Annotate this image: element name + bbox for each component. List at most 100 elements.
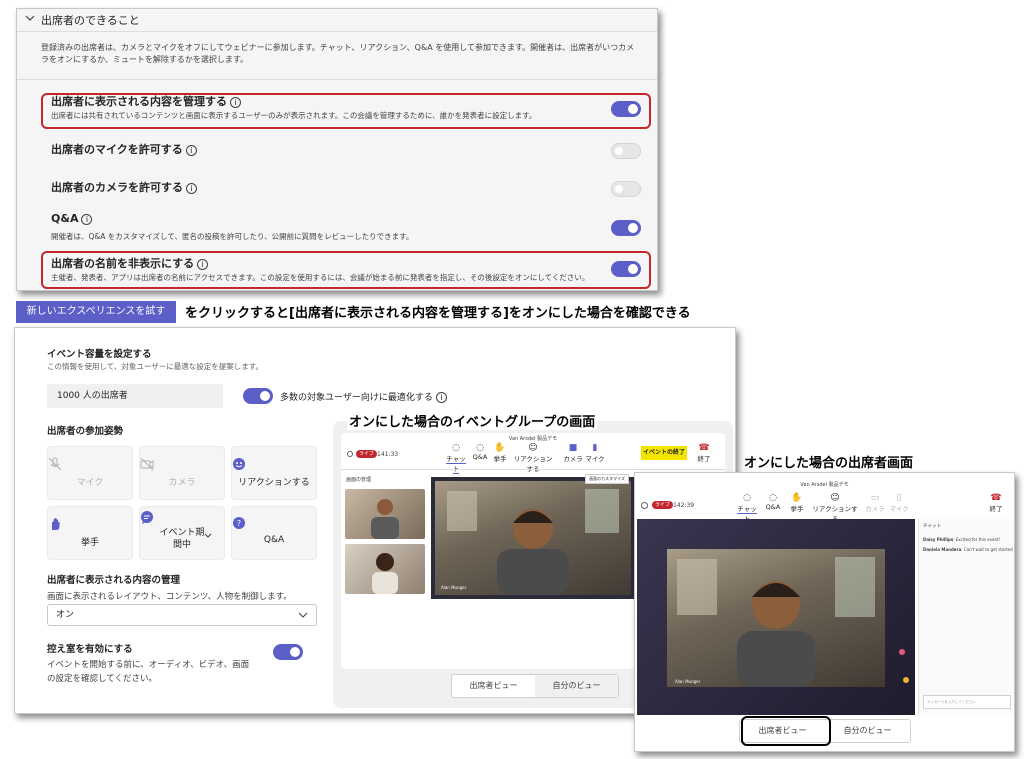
setting-description: 開催者は、Q&A をカスタマイズして、匿名の投稿を許可したり、公開前に質問をレビ… xyxy=(51,232,414,241)
info-icon[interactable]: i xyxy=(185,144,197,156)
raise-hand-icon xyxy=(48,517,132,531)
divider xyxy=(17,79,657,80)
toolbar-mic: ▯ マイク xyxy=(889,493,909,513)
tile-chat-duration[interactable]: イベント期間中 xyxy=(139,506,225,560)
svg-text:?: ? xyxy=(237,519,241,528)
emoji-icon: ☺ xyxy=(528,443,538,453)
chat-icon xyxy=(140,511,224,525)
setting-label: 出席者のマイクを許可する i xyxy=(51,141,197,157)
toolbar-qa[interactable]: ◌ Q&A xyxy=(471,443,489,461)
chat-message: Daisy Phillips: Excited for this event! xyxy=(923,537,1001,542)
highlight-box xyxy=(741,716,831,746)
manage-dropdown[interactable]: オン xyxy=(47,604,317,626)
customize-button[interactable]: 画面のカスタマイズ xyxy=(585,474,629,484)
heart-reaction-icon xyxy=(899,649,905,655)
manage-description: 画面に表示されるレイアウト、コンテンツ、人物を制御します。 xyxy=(47,592,292,602)
event-settings-panel: イベント容量を設定する この情報を使用して、対象ユーザーに最適な設定を提案します… xyxy=(14,327,736,714)
chat-icon: ◌ xyxy=(452,443,460,453)
leave-button[interactable]: ☎ 終了 xyxy=(985,493,1007,513)
raise-hand-icon: ✋ xyxy=(494,443,506,453)
qa-toggle[interactable] xyxy=(611,220,641,236)
presenter-thumbnail[interactable] xyxy=(345,544,425,594)
chat-message: Daniela Mandera: Can't wait to get start… xyxy=(923,547,1013,552)
tile-label: マイク xyxy=(76,478,104,488)
live-badge: ライブ xyxy=(356,450,378,458)
section-description: 登録済みの出席者は、カメラとマイクをオフにしてウェビナーに参加します。チャット、… xyxy=(41,43,635,64)
toolbar-raise-hand[interactable]: ✋ 挙手 xyxy=(491,443,509,463)
live-badge: ライブ xyxy=(652,501,674,509)
manage-title: 出席者に表示される内容の管理 xyxy=(47,575,181,586)
stage-background: Alan Munger xyxy=(637,519,915,715)
toolbar-qa[interactable]: ◌ Q&A xyxy=(763,493,783,511)
tile-label: イベント期間中 xyxy=(159,528,205,550)
greenroom-toggle[interactable] xyxy=(273,644,303,660)
setting-label: 出席者のカメラを許可する i xyxy=(51,179,197,195)
mic-off-icon: ▯ xyxy=(896,493,902,503)
main-video: Alan Munger xyxy=(667,549,885,687)
attendee-screen-panel: Van Arsdel 製品デモ ライブ 142:39 ◌ チャット ◌Q&A ✋挙… xyxy=(634,472,1015,752)
banner-caption: をクリックすると[出席者に表示される内容を管理する]をオンにした場合を確認できる xyxy=(185,306,691,321)
tile-mic[interactable]: マイク xyxy=(47,446,133,500)
meeting-title: Van Arsdel 製品デモ xyxy=(508,436,558,442)
raise-hand-icon: ✋ xyxy=(791,493,803,503)
tile-label: リアクションする xyxy=(238,478,310,488)
tile-reactions[interactable]: リアクションする xyxy=(231,446,317,500)
end-event-button[interactable]: イベントの終了 xyxy=(641,446,687,460)
toolbar-camera[interactable]: ■ カメラ xyxy=(563,443,583,463)
info-icon[interactable]: i xyxy=(435,392,447,403)
tile-raise-hand[interactable]: 挙手 xyxy=(47,506,133,560)
chevron-down-icon xyxy=(298,612,308,619)
chat-input[interactable]: メッセージを入力してください xyxy=(923,695,1011,709)
try-new-experience-button[interactable]: 新しいエクスペリエンスを試す xyxy=(16,301,176,323)
view-switcher: 出席者ビュー 自分のビュー xyxy=(451,674,619,698)
qa-icon: ◌ xyxy=(476,443,484,453)
preview-caption: オンにした場合のイベントグループの画面 xyxy=(347,411,598,430)
tile-label: Q&A xyxy=(263,535,285,545)
capacity-input[interactable]: 1000 人の出席者 xyxy=(47,384,223,408)
camera-off-icon: ▭ xyxy=(870,493,880,503)
tab-attendee-view[interactable]: 出席者ビュー xyxy=(452,675,535,697)
phone-icon: ☎ xyxy=(990,493,1002,503)
toolbar-camera: ▭ カメラ xyxy=(865,493,885,513)
shield-icon xyxy=(347,451,353,457)
speaker-name: Alan Munger xyxy=(675,679,701,684)
toolbar-raise-hand[interactable]: ✋ 挙手 xyxy=(787,493,807,513)
section-title: 出席者のできること xyxy=(41,14,140,27)
camera-icon: ■ xyxy=(568,443,578,453)
tab-my-view[interactable]: 自分のビュー xyxy=(535,675,618,697)
attendee-settings-panel: 出席者のできること 登録済みの出席者は、カメラとマイクをオフにしてウェビナーに参… xyxy=(16,8,658,291)
info-icon[interactable]: i xyxy=(186,182,197,194)
mic-icon: ▮ xyxy=(592,443,598,453)
qa-icon: ◌ xyxy=(769,493,777,503)
tab-my-view[interactable]: 自分のビュー xyxy=(825,720,910,742)
timer: 142:39 xyxy=(673,502,695,509)
chat-icon: ◌ xyxy=(743,493,751,503)
camera-toggle[interactable] xyxy=(611,181,641,197)
phone-icon: ☎ xyxy=(698,443,710,453)
chat-title: チャット xyxy=(923,524,941,529)
collapse-chevron-icon[interactable] xyxy=(25,13,35,23)
main-video xyxy=(435,481,631,595)
main-video-stage: Alan Munger 画面のカスタマイズ xyxy=(431,474,635,599)
mic-toggle[interactable] xyxy=(611,143,641,159)
manage-label: 画面の管理 xyxy=(346,477,372,483)
info-icon[interactable]: i xyxy=(81,213,93,225)
tile-camera[interactable]: カメラ xyxy=(139,446,225,500)
optimize-toggle[interactable] xyxy=(243,388,273,404)
toolbar-mic[interactable]: ▮ マイク xyxy=(585,443,605,463)
attendee-screen-caption: オンにした場合の出席者画面 xyxy=(744,456,914,471)
capacity-description: この情報を使用して、対象ユーザーに最適な設定を提案します。 xyxy=(47,362,263,371)
divider xyxy=(17,31,657,32)
presenter-thumbnail[interactable] xyxy=(345,489,425,539)
participation-title: 出席者の参加姿勢 xyxy=(47,426,124,437)
dropdown-value: オン xyxy=(56,610,75,620)
chevron-down-icon xyxy=(204,533,212,539)
tile-qa[interactable]: ? Q&A xyxy=(231,506,317,560)
camera-off-icon xyxy=(140,457,224,471)
tile-label: カメラ xyxy=(168,478,196,488)
optimize-label: 多数の対象ユーザー向けに最適化する i xyxy=(280,390,447,403)
qa-icon: ? xyxy=(232,517,316,531)
divider xyxy=(341,469,725,470)
leave-button[interactable]: ☎ 終了 xyxy=(693,443,715,463)
timer: 141:33 xyxy=(377,451,399,458)
